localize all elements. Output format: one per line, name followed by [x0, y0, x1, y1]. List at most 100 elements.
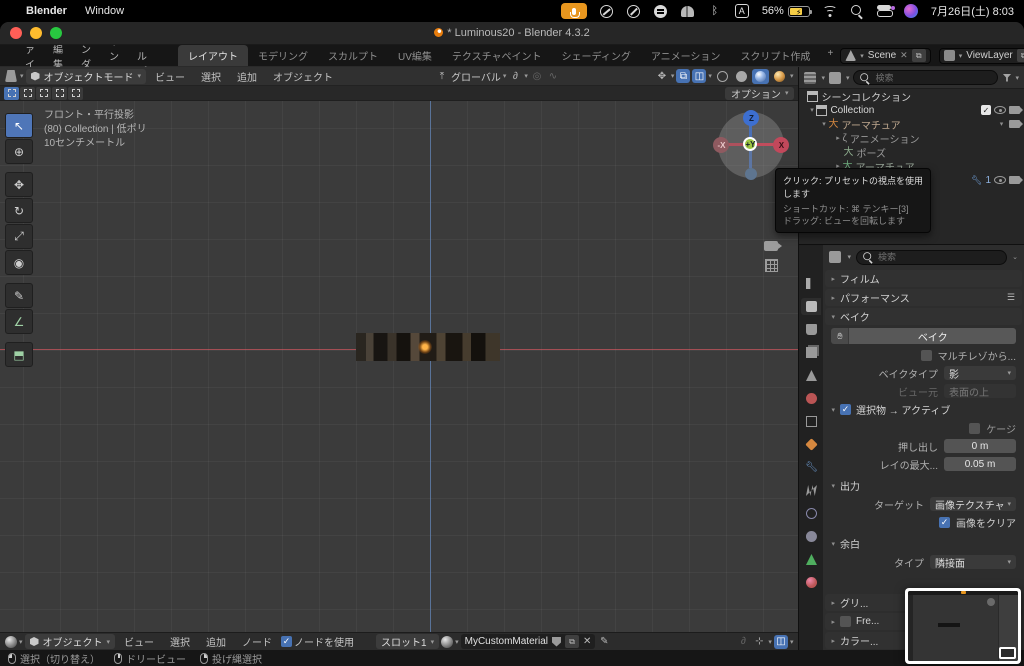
material-browse-icon[interactable] [441, 636, 453, 648]
tab-output[interactable] [801, 321, 821, 338]
input-source-icon[interactable]: A [735, 4, 749, 18]
tab-scripting[interactable]: スクリプト作成 [730, 45, 820, 66]
material-name-field[interactable]: MyCustomMaterial ⧉ ✕ [461, 634, 596, 649]
tab-data[interactable] [801, 551, 821, 568]
add-workspace-button[interactable]: + [820, 45, 840, 66]
vpn-status-icon[interactable] [681, 4, 695, 18]
hide-icon[interactable] [994, 176, 1006, 184]
rotate-tool[interactable]: ↻ [5, 198, 33, 223]
shader-node-menu[interactable]: ノード [235, 632, 279, 651]
unpin-icon[interactable]: ✕ [900, 50, 908, 61]
render-visibility-icon[interactable] [1009, 106, 1020, 114]
shading-wireframe-icon[interactable] [714, 69, 731, 84]
unlink-material-button[interactable]: ✕ [583, 636, 591, 647]
copy-material-button[interactable]: ⧉ [565, 635, 579, 648]
render-visibility-icon[interactable] [1009, 176, 1020, 184]
tab-object[interactable] [801, 436, 821, 453]
select-mode-intersect-icon[interactable] [68, 87, 83, 100]
cage-checkbox[interactable] [969, 423, 980, 434]
siri-icon[interactable] [904, 4, 918, 18]
viewport-canvas[interactable]: フロント・平行投影 (80) Collection | 低ポリ 10センチメート… [0, 101, 798, 632]
wheel-status-icon[interactable] [627, 4, 641, 18]
orientation-value[interactable]: グローバル [451, 69, 501, 84]
new-scene-button[interactable]: ⧉ [912, 49, 926, 62]
tab-physics[interactable] [801, 505, 821, 522]
hide-icon[interactable] [994, 106, 1006, 114]
falloff-icon[interactable]: ∿ [546, 69, 560, 83]
row-animation[interactable]: ▸ ζ アニメーション [799, 131, 1024, 145]
view-menu[interactable]: ビュー [148, 67, 192, 86]
mode-dropdown[interactable]: オブジェクトモード ▾ [26, 69, 147, 84]
slot-dropdown[interactable]: スロット1▾ [376, 634, 439, 649]
tab-viewlayer[interactable] [801, 344, 821, 361]
select-box-tool[interactable]: ↖ [5, 113, 33, 138]
properties-search[interactable] [856, 250, 1007, 265]
tab-texture-paint[interactable]: テクスチャペイント [442, 45, 552, 66]
tab-modifiers[interactable]: 🔧︎ [801, 459, 821, 476]
bluetooth-icon[interactable]: ᛒ [708, 4, 722, 18]
window-titlebar[interactable]: * Luminous20 - Blender 4.3.2 [0, 22, 1024, 45]
object-menu[interactable]: オブジェクト [266, 67, 340, 86]
measure-tool[interactable]: ∠ [5, 309, 33, 334]
scene-selector[interactable]: ▾ Scene ✕ ⧉ [840, 48, 930, 64]
show-gizmo-icon[interactable]: ✥ [655, 69, 669, 83]
add-menu[interactable]: 追加 [230, 67, 264, 86]
select-mode-invert-icon[interactable] [52, 87, 67, 100]
tab-render[interactable] [801, 298, 821, 315]
editor-type-icon[interactable] [5, 70, 17, 82]
scale-tool[interactable]: ⤢ [5, 224, 33, 249]
bake-hand-icon[interactable]: ✋︎ [831, 328, 849, 344]
tab-material[interactable] [801, 574, 821, 591]
record-status-icon[interactable] [600, 4, 614, 18]
tab-shading[interactable]: シェーディング [552, 45, 641, 66]
multires-checkbox[interactable] [921, 350, 932, 361]
outliner-search-input[interactable] [875, 73, 992, 83]
extrusion-field[interactable]: 0 m [944, 439, 1016, 453]
tab-layout[interactable]: レイアウト [178, 45, 248, 66]
pin-icon[interactable]: ✎ [597, 635, 611, 649]
snap-icon[interactable]: ∂ [508, 69, 522, 83]
sel-to-active-checkbox[interactable]: ✓ [840, 404, 851, 415]
shader-select-menu[interactable]: 選択 [163, 632, 197, 651]
options-button[interactable]: オプション▾ [725, 87, 795, 100]
overlays-toggle-icon[interactable]: ◫ [692, 69, 706, 83]
shader-type-dropdown[interactable]: オブジェクト ▾ [25, 634, 116, 649]
panel-bake[interactable]: ▾ベイク [825, 308, 1022, 325]
battery-indicator[interactable]: 56% ⚡ [762, 5, 810, 17]
modifier-icon[interactable]: 🔧︎ [971, 175, 982, 186]
tab-uv[interactable]: UV編集 [388, 45, 442, 66]
wifi-icon[interactable] [823, 4, 837, 18]
expand-icon[interactable]: ▾ [807, 106, 816, 114]
add-cube-tool[interactable]: ⬒ [5, 342, 33, 367]
spotlight-icon[interactable] [850, 4, 864, 18]
panel-margin[interactable]: ▾余白 [825, 535, 1022, 552]
select-mode-extend-icon[interactable] [20, 87, 35, 100]
bake-type-dropdown[interactable]: 影▾ [944, 366, 1016, 380]
tab-collection[interactable] [801, 413, 821, 430]
select-mode-subtract-icon[interactable] [36, 87, 51, 100]
panel-output[interactable]: ▾出力 [825, 477, 1022, 494]
select-menu[interactable]: 選択 [194, 67, 228, 86]
use-nodes-checkbox[interactable]: ✓ [281, 636, 292, 647]
navigation-gizmo[interactable]: Z -X X +Y [718, 112, 784, 178]
row-pose[interactable]: 大 ポーズ [799, 145, 1024, 159]
tab-constraints[interactable] [801, 528, 821, 545]
panel-performance[interactable]: ▸パフォーマンス☰ [825, 289, 1022, 306]
gizmo-x-axis[interactable]: X [773, 137, 789, 153]
control-center-icon[interactable] [877, 4, 891, 18]
tab-particles[interactable] [801, 482, 821, 499]
ray-distance-field[interactable]: 0.05 m [944, 457, 1016, 471]
viewlayer-selector[interactable]: ▾ ViewLayer ⧉ [939, 48, 1024, 64]
clear-image-checkbox[interactable]: ✓ [939, 517, 950, 528]
new-viewlayer-button[interactable]: ⧉ [1017, 49, 1024, 62]
shading-rendered-icon[interactable] [771, 69, 788, 84]
render-visibility-icon[interactable] [1009, 120, 1020, 128]
sel-to-active-row[interactable]: ▾ ✓ 選択物 → アクティブ [825, 401, 1022, 418]
shader-view-menu[interactable]: ビュー [117, 632, 161, 651]
select-mode-new-icon[interactable] [4, 87, 19, 100]
tab-modeling[interactable]: モデリング [248, 45, 318, 66]
tab-scene[interactable] [801, 367, 821, 384]
shading-solid-icon[interactable] [733, 69, 750, 84]
row-scene-collection[interactable]: シーンコレクション [799, 89, 1024, 103]
outliner-search[interactable] [853, 70, 998, 85]
